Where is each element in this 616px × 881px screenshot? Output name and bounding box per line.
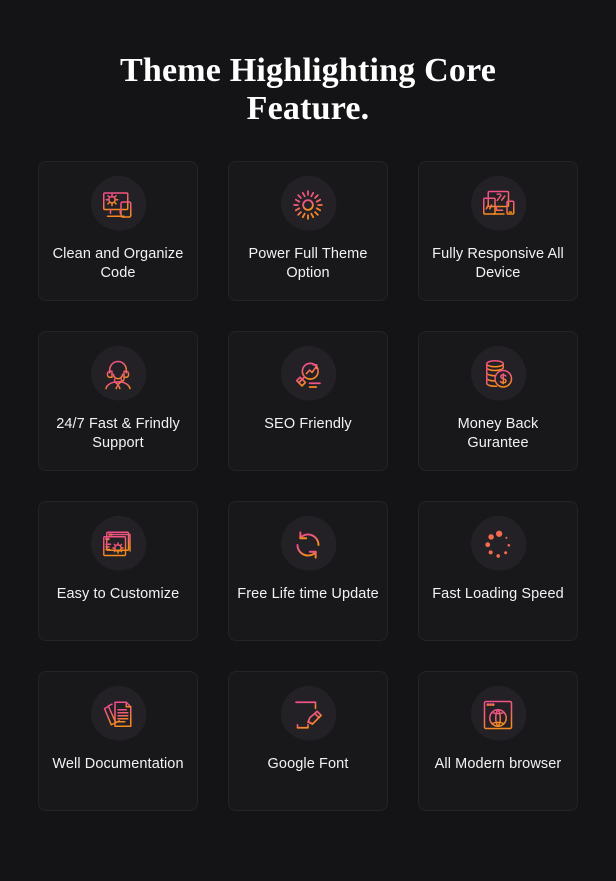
feature-card-easy-to-customize[interactable]: Easy to Customize (38, 501, 198, 642)
refresh-arrows-icon (273, 509, 344, 579)
feature-card-label: Free Life time Update (237, 586, 379, 603)
feature-card-free-life-time-update[interactable]: Free Life time Update (228, 501, 388, 642)
feature-card-label: Fully Responsive All Device (432, 246, 564, 281)
feature-section: Theme Highlighting Core Feature. Clean a… (0, 0, 616, 881)
coins-dollar-icon (463, 339, 534, 409)
feature-card-google-font[interactable]: Google Font (228, 671, 388, 812)
loading-spinner-dots-icon (463, 509, 534, 579)
feature-card-label: 24/7 Fast & Frindly Support (56, 416, 180, 451)
typography-t-pen-icon (273, 679, 344, 749)
feature-card-label: Money Back Gurantee (457, 416, 539, 451)
feature-card-power-full-theme-option[interactable]: Power Full Theme Option (228, 161, 388, 302)
gear-icon (273, 169, 344, 239)
feature-card-well-documentation[interactable]: Well Documentation (38, 671, 198, 812)
feature-card-all-modern-browser[interactable]: All Modern browser (418, 671, 578, 812)
feature-card-label: Power Full Theme Option (248, 246, 368, 281)
feature-card-label: Google Font (267, 756, 349, 773)
browser-globe-icon (463, 679, 534, 749)
feature-card-fast-loading-speed[interactable]: Fast Loading Speed (418, 501, 578, 642)
feature-card-label: Easy to Customize (56, 586, 180, 603)
feature-card-money-back-gurantee[interactable]: Money Back Gurantee (418, 331, 578, 472)
documents-stack-icon (83, 679, 154, 749)
headset-support-agent-icon (83, 339, 154, 409)
page-title: Theme Highlighting Core Feature. (119, 52, 497, 128)
monitor-gear-mobile-icon (83, 169, 154, 239)
feature-card-label: Clean and Organize Code (52, 246, 184, 281)
feature-card-247-fast-and-frindly-support[interactable]: 24/7 Fast & Frindly Support (38, 331, 198, 472)
feature-card-seo-friendly[interactable]: SEO Friendly (228, 331, 388, 472)
feature-card-fully-responsive-all-device[interactable]: Fully Responsive All Device (418, 161, 578, 302)
feature-card-label: Well Documentation (52, 756, 184, 773)
responsive-devices-icon (463, 169, 534, 239)
feature-card-label: All Modern browser (434, 756, 562, 773)
magnifier-growth-arrow-icon (273, 339, 344, 409)
feature-card-label: Fast Loading Speed (432, 586, 564, 603)
feature-card-clean-and-organize-code[interactable]: Clean and Organize Code (38, 161, 198, 302)
feature-grid: Clean and Organize Code Power Full Theme (38, 161, 578, 812)
feature-card-label: SEO Friendly (264, 416, 352, 433)
windows-gear-icon (83, 509, 154, 579)
